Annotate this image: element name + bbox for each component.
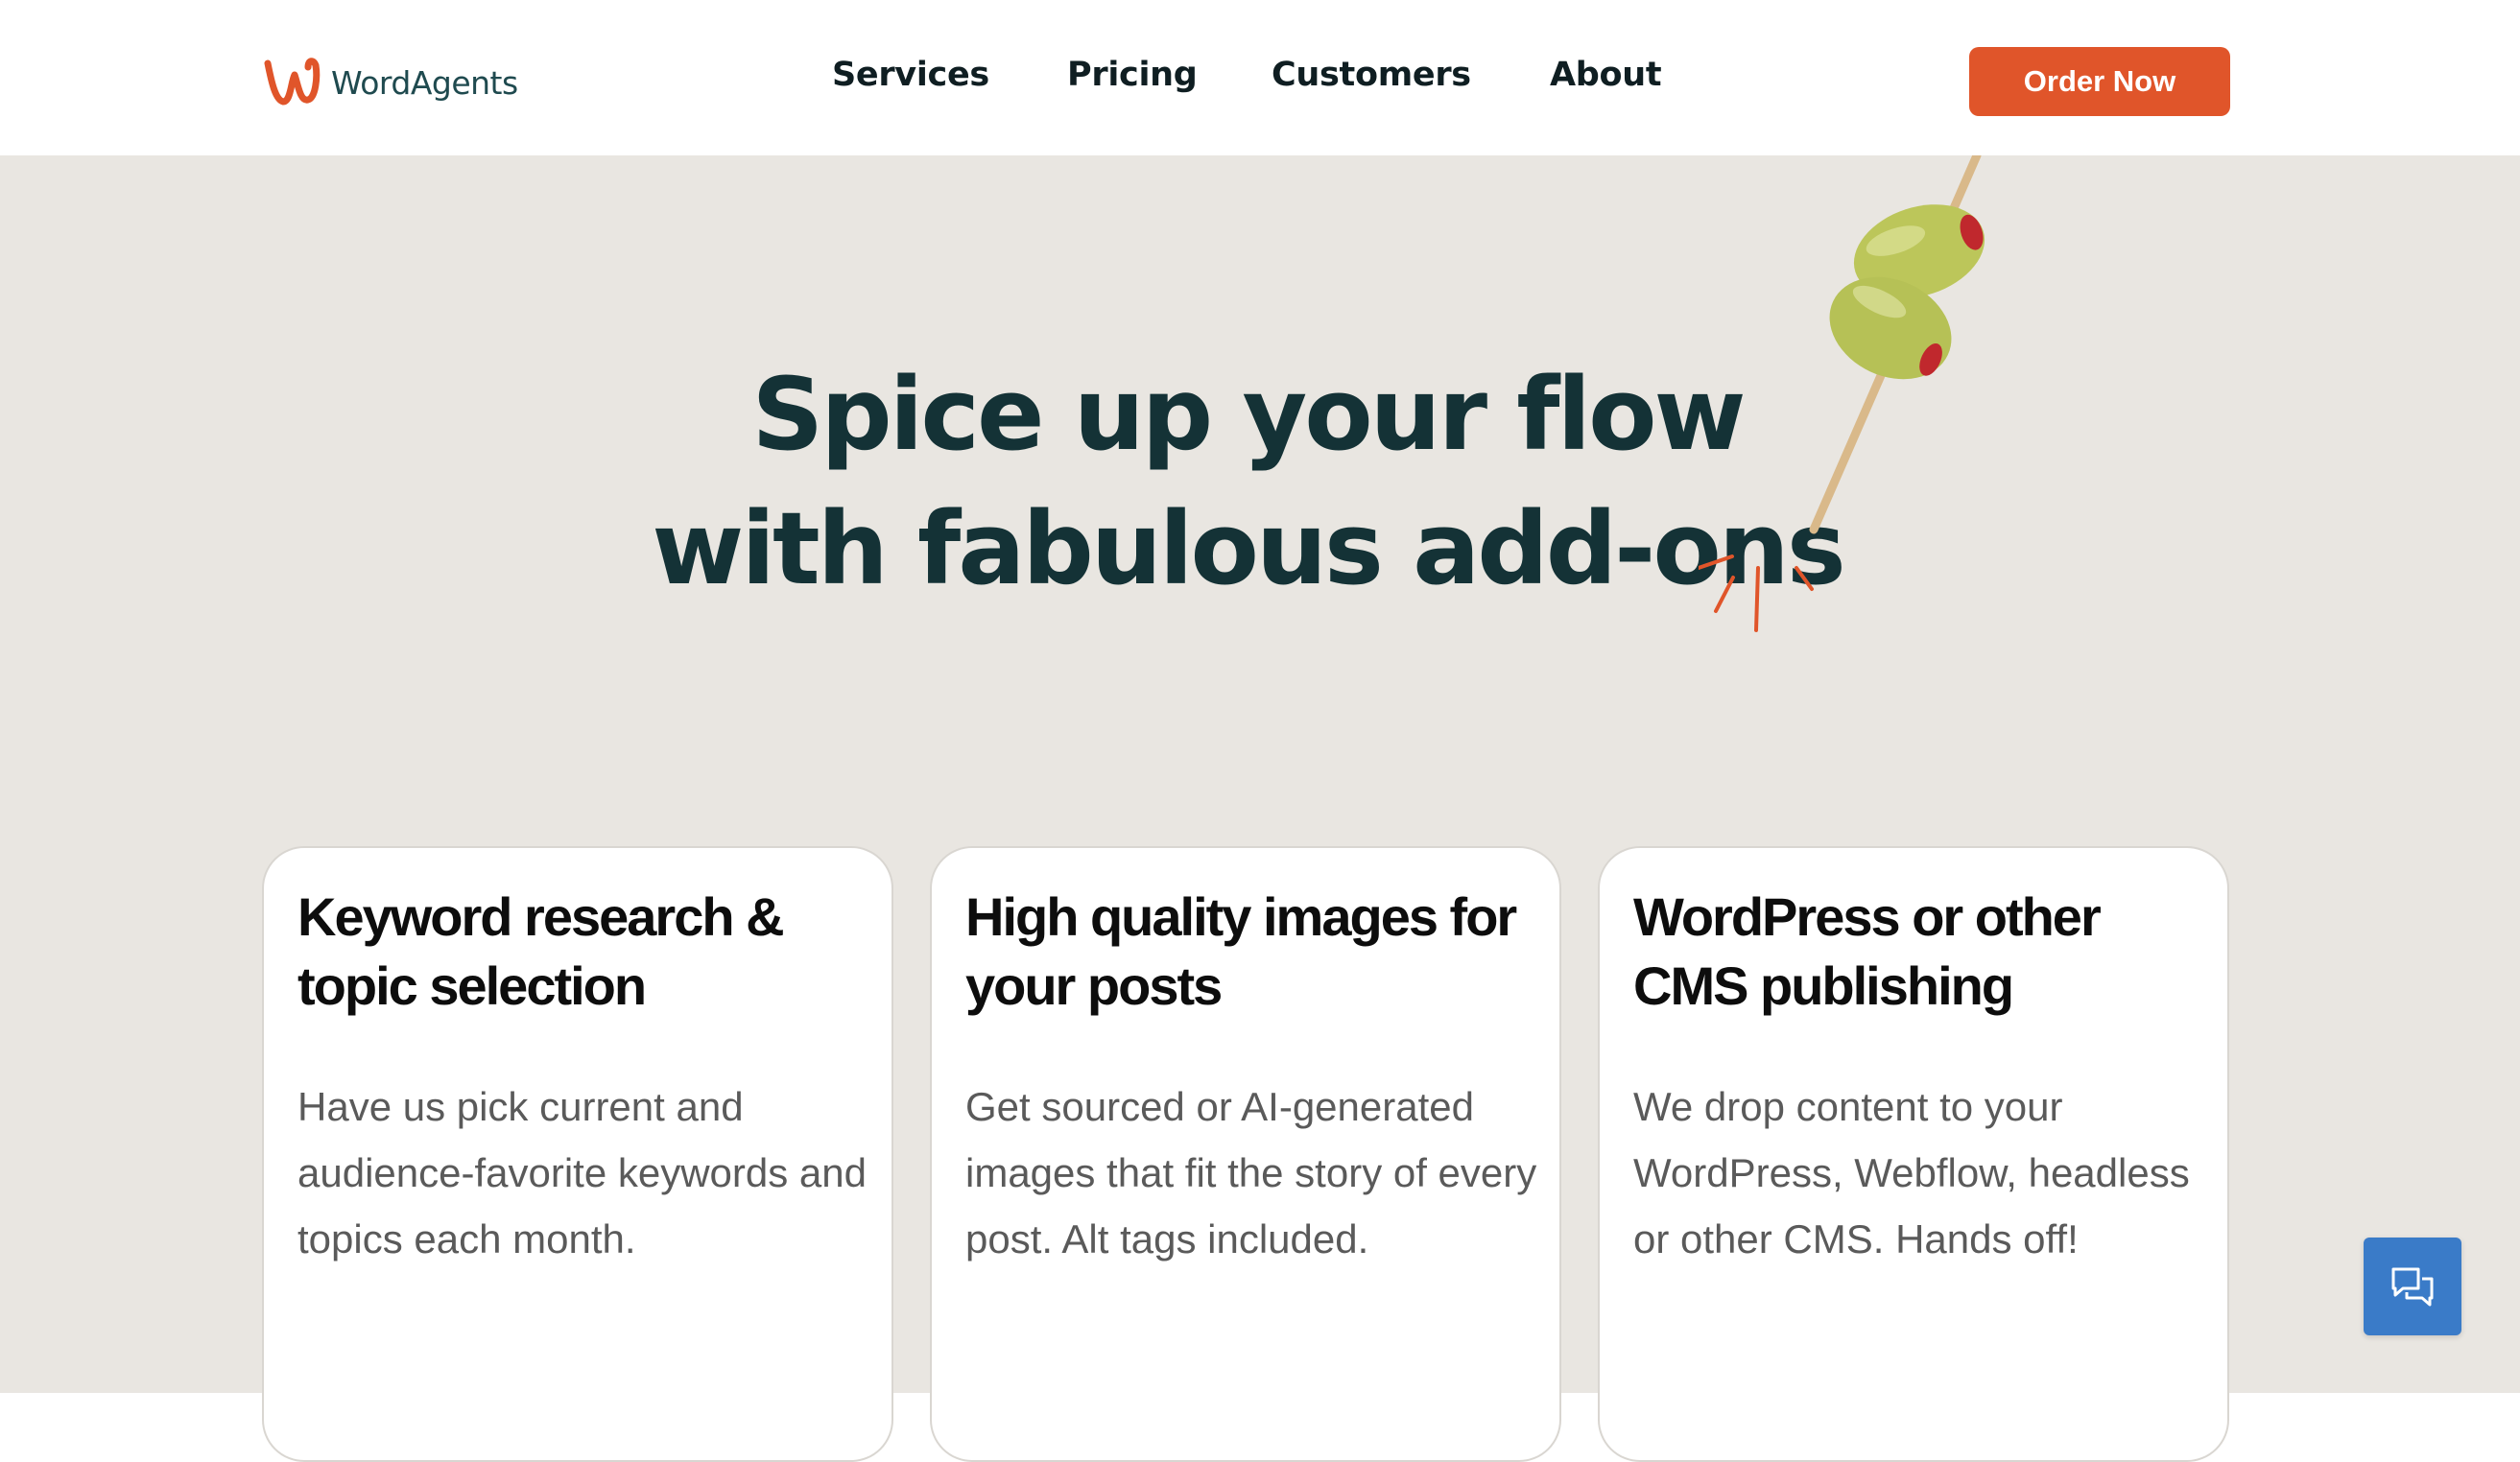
card-title: WordPress or other CMS publishing: [1633, 886, 2102, 1016]
site-header: WordAgents Services Pricing Customers Ab…: [0, 0, 2520, 155]
addon-card-keywords: Keyword research & topic selection Have …: [262, 846, 893, 1462]
chat-bubbles-icon: [2391, 1267, 2434, 1307]
hero-headline: Spice up your flow with fabulous add-ons: [0, 347, 2495, 616]
addon-card-cms: WordPress or other CMS publishing We dro…: [1598, 846, 2229, 1462]
nav-about[interactable]: About: [1550, 56, 1662, 94]
card-title: High quality images for your posts: [965, 886, 1517, 1016]
card-description: We drop content to your WordPress, Webfl…: [1633, 1084, 2190, 1262]
headline-line-1: Spice up your flow: [751, 356, 1746, 473]
nav-pricing[interactable]: Pricing: [1067, 56, 1198, 94]
olive-skewer-icon: [1699, 155, 1985, 632]
card-description: Get sourced or AI-generated images that …: [965, 1084, 1537, 1262]
nav-customers[interactable]: Customers: [1272, 56, 1471, 94]
nav-services[interactable]: Services: [832, 56, 989, 94]
chat-widget-button[interactable]: [2364, 1238, 2461, 1335]
order-now-button[interactable]: Order Now: [1969, 47, 2230, 116]
headline-line-2: with fabulous add-ons: [652, 490, 1845, 607]
hero-section: Spice up your flow with fabulous add-ons…: [0, 155, 2520, 1462]
addon-card-images: High quality images for your posts Get s…: [930, 846, 1561, 1462]
card-description: Have us pick current and audience-favori…: [297, 1084, 868, 1262]
card-title: Keyword research & topic selection: [297, 886, 785, 1016]
